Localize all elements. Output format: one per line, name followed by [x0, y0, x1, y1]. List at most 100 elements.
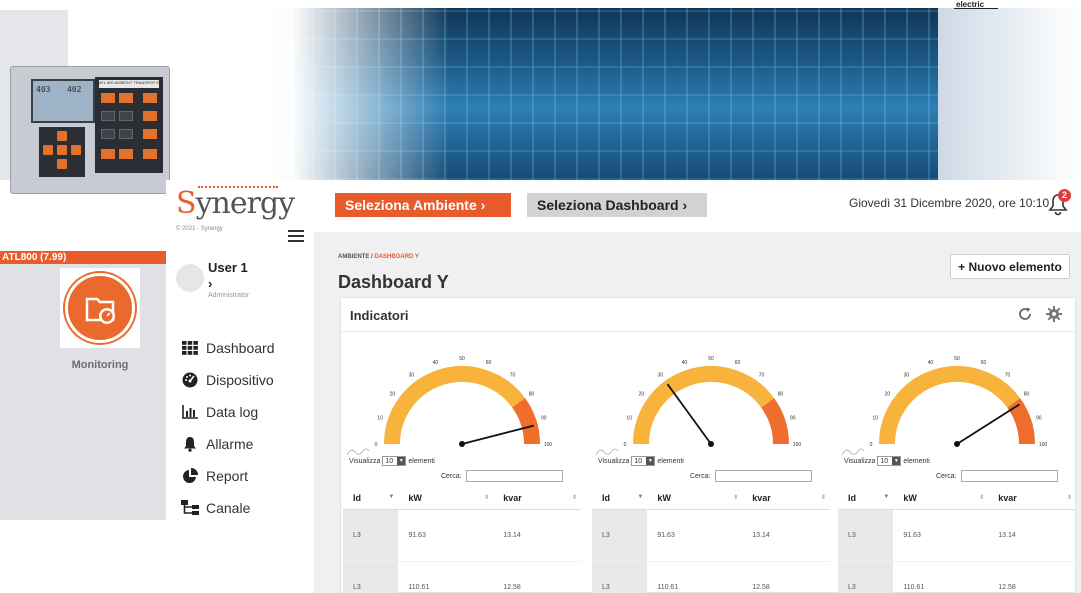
panel-title: Indicatori [350, 308, 409, 323]
sort-icon: ⬍ [484, 495, 490, 501]
bell-icon [180, 436, 200, 452]
gauge-tick-label: 80 [529, 391, 535, 397]
device-key [119, 149, 133, 159]
indicators-panel: Indicatori 0 10 20 30 40 50 60 70 80 90 100 Visual… [340, 297, 1076, 593]
sidebar-item-label: Dispositivo [206, 372, 274, 388]
page-length-select[interactable]: 10 ▼ [631, 456, 656, 466]
gauge-tick-label: 40 [928, 360, 934, 366]
gauge-tick-label: 70 [759, 372, 765, 378]
device-key [119, 111, 133, 121]
sort-icon: ⬍ [733, 495, 739, 501]
device-selector-bar[interactable]: ATL800 (7.99) [0, 251, 166, 264]
sitemap-icon [180, 500, 200, 516]
grid-icon [180, 340, 200, 356]
user-chevron-icon[interactable]: › [208, 276, 212, 291]
select-dashboard-button[interactable]: Seleziona Dashboard › [527, 193, 707, 217]
gauge-needle [461, 424, 534, 445]
device-display-left-value: 403 [36, 85, 51, 94]
gauge-tick-label: 0 [624, 442, 627, 448]
column-header-kvar[interactable]: kvar ⬍ [493, 487, 581, 510]
avatar[interactable] [176, 264, 204, 292]
cell-kw: 91.63 [893, 509, 989, 562]
data-table: Id ▼ kW ⬍ kvar ⬍ L3 91.63 13.14 L3 110.61 1… [343, 487, 581, 593]
gauge-tick-label: 90 [790, 415, 796, 421]
page-length-select[interactable]: 10 ▼ [382, 456, 407, 466]
gauge-tick-label: 100 [793, 442, 802, 448]
user-name[interactable]: User 1 [208, 260, 248, 275]
column-label: kW [903, 492, 917, 503]
gauge-tick-label: 70 [510, 372, 516, 378]
gauge-tick-label: 0 [375, 442, 378, 448]
column-header-kw[interactable]: kW ⬍ [893, 487, 989, 510]
column-header-id[interactable]: Id ▼ [343, 487, 399, 510]
sidebar-item-label: Allarme [206, 436, 254, 452]
sidebar-item-canale[interactable]: Canale [180, 492, 310, 524]
data-table: Id ▼ kW ⬍ kvar ⬍ L3 91.63 13.14 L3 110.61 1… [838, 487, 1076, 593]
sidebar-item-allarme[interactable]: Allarme [180, 428, 310, 460]
sidebar-item-label: Canale [206, 500, 251, 516]
gear-icon[interactable] [1046, 306, 1062, 322]
column-label: Id [848, 492, 856, 503]
logo-text: ynergy [195, 186, 296, 221]
sidebar-item-label: Data log [206, 404, 259, 420]
select-environment-button[interactable]: Seleziona Ambiente › [335, 193, 511, 217]
breadcrumb-root[interactable]: AMBIENTE [338, 254, 369, 260]
sort-icon: ▼ [883, 494, 890, 500]
column-header-id[interactable]: Id ▼ [838, 487, 894, 510]
cell-id: L3 [592, 509, 648, 562]
gauge-hub [954, 441, 960, 447]
show-suffix: elementi [657, 457, 684, 465]
column-header-kvar[interactable]: kvar ⬍ [742, 487, 830, 510]
search-label: Cerca: [690, 472, 711, 480]
brand-logo-text: electric [953, 0, 999, 9]
sidebar-item-report[interactable]: Report [180, 460, 310, 492]
show-suffix: elementi [408, 457, 435, 465]
device-key-right [71, 145, 81, 155]
device-key [101, 93, 115, 103]
gauge-needle [956, 403, 1020, 445]
column-header-kvar[interactable]: kvar ⬍ [988, 487, 1076, 510]
data-table: Id ▼ kW ⬍ kvar ⬍ L3 91.63 13.14 L3 110.61 1… [592, 487, 830, 593]
device-key [101, 129, 115, 139]
sidebar-item-dispositivo[interactable]: Dispositivo [180, 364, 310, 396]
table-row: L3 91.63 13.14 [838, 509, 1076, 562]
monitoring-tile[interactable] [60, 268, 140, 348]
sort-icon: ▼ [637, 494, 644, 500]
sidebar-item-label: Report [206, 468, 249, 484]
search-label: Cerca: [441, 472, 462, 480]
refresh-icon[interactable] [1017, 306, 1033, 322]
table-row: L3 110.61 12.58 [592, 561, 830, 593]
sidebar-item-dashboard[interactable]: Dashboard [180, 332, 310, 364]
column-header-kw[interactable]: kW ⬍ [647, 487, 743, 510]
cell-kw: 91.63 [647, 509, 743, 562]
breadcrumb-separator: / [371, 254, 373, 260]
gauge-tick-label: 30 [658, 372, 664, 378]
search-input[interactable] [465, 470, 563, 482]
gauge-hub [708, 441, 714, 447]
cell-id: L3 [343, 561, 399, 593]
gauge-band-high [1006, 398, 1035, 445]
cell-kvar: 13.14 [988, 509, 1076, 562]
new-element-button[interactable]: + Nuovo elemento [950, 254, 1070, 279]
show-prefix: Visualizza [844, 457, 876, 465]
column-header-kw[interactable]: kW ⬍ [398, 487, 494, 510]
sparkline-icon [346, 448, 370, 456]
chevron-down-icon: ▼ [892, 457, 901, 465]
device-key-ok [57, 145, 67, 155]
device-keypad [39, 127, 85, 177]
sidebar-item-data-log[interactable]: Data log [180, 396, 310, 428]
gauge-band-high [760, 398, 789, 445]
page-length-value: 10 [634, 457, 643, 465]
hamburger-menu-icon[interactable] [288, 230, 304, 244]
table-search: Cerca: [936, 470, 1058, 482]
search-input[interactable] [714, 470, 812, 482]
column-header-id[interactable]: Id ▼ [592, 487, 648, 510]
app-root: electric 403 402 ATL 800 AMBIENT TRANSFE… [0, 0, 1081, 593]
search-input[interactable] [960, 470, 1058, 482]
device-key [143, 129, 157, 139]
cell-id: L3 [838, 561, 894, 593]
page-length-select[interactable]: 10 ▼ [877, 456, 902, 466]
gauge-tick-label: 40 [433, 360, 439, 366]
gauge-tick-label: 40 [682, 360, 688, 366]
cell-kw: 110.61 [647, 561, 743, 593]
